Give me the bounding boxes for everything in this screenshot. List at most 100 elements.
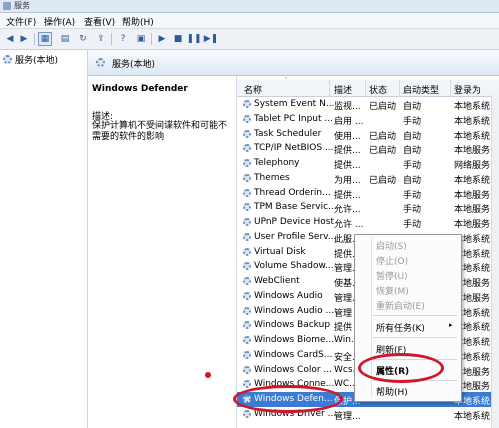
service-name: UPnP Device Host [254, 217, 334, 227]
service-gear-icon [243, 100, 251, 108]
service-gear-icon [243, 395, 251, 403]
service-startup-type: 自动 [403, 131, 422, 142]
service-gear-icon [243, 409, 251, 418]
tree-item-services-local[interactable]: 服务(本地) [3, 53, 58, 66]
console-tree-icon[interactable]: ▦ [38, 32, 52, 46]
service-name: WebClient [254, 276, 300, 286]
console-tree: 服务(本地) [0, 50, 88, 428]
service-description: 允许 ... [334, 220, 364, 230]
service-name: Themes [254, 172, 290, 183]
service-row[interactable]: Telephony 提供... 手动 网络服务 [237, 156, 499, 171]
properties-icon[interactable]: ▣ [134, 32, 148, 46]
service-logon-as: 本地服务 [454, 190, 491, 201]
column-status[interactable]: 状态 [369, 83, 387, 96]
service-title: Windows Defender [92, 84, 188, 94]
service-name: Windows Audio [254, 290, 323, 301]
service-name: Windows Defen... [254, 394, 333, 404]
restart-icon[interactable]: ▶❚ [204, 32, 218, 46]
window-title: 服务 [14, 1, 30, 10]
service-gear-icon [243, 173, 251, 182]
service-status: 已启动 [369, 131, 397, 142]
toolbar-divider [111, 33, 112, 45]
vertical-scrollbar[interactable] [491, 95, 499, 428]
help-icon[interactable]: ? [116, 32, 130, 46]
service-name: Windows Conne... [254, 379, 335, 390]
service-name: TPM Base Servic... [254, 202, 337, 213]
menu-view[interactable]: 查看(V) [84, 15, 115, 28]
tree-item-label: 服务(本地) [15, 56, 59, 66]
service-row[interactable]: Task Scheduler 使用... 已启动 自动 本地系统 [237, 127, 499, 142]
service-logon-as: 网络服务 [454, 161, 491, 171]
back-icon[interactable]: ◀ [3, 32, 17, 46]
service-row[interactable]: TCP/IP NetBIOS ... 提供... 已启动 自动 本地服务 [237, 141, 499, 156]
service-startup-type: 手动 [403, 220, 422, 230]
menu-item-start[interactable]: 启动(S) [376, 239, 407, 252]
service-row[interactable]: Thread Orderin... 提供... 手动 本地服务 [237, 186, 499, 201]
toolbar-divider [151, 33, 152, 45]
service-name: Virtual Disk [254, 246, 306, 257]
service-startup-type: 手动 [403, 205, 422, 216]
list-icon[interactable]: ▤ [58, 32, 72, 46]
service-name: System Event N... [254, 99, 335, 109]
service-description: 提供... [334, 161, 361, 171]
stop-icon[interactable]: ■ [171, 32, 185, 46]
service-logon-as: 本地系统 [454, 411, 491, 422]
service-startup-type: 手动 [403, 190, 422, 201]
menu-file[interactable]: 文件(F) [6, 15, 36, 28]
service-gear-icon [243, 306, 251, 315]
service-gear-icon [243, 188, 251, 197]
column-name[interactable]: 名称 [244, 83, 262, 96]
services-header: 服务(本地) [88, 50, 499, 76]
service-startup-type: 自动 [403, 175, 422, 186]
menu-action[interactable]: 操作(A) [44, 15, 75, 28]
column-logon-as[interactable]: 登录为 [454, 83, 481, 96]
service-gear-icon [243, 144, 251, 153]
service-gear-icon [243, 232, 251, 241]
service-gear-icon [243, 247, 251, 256]
description-text: 保护计算机不受间谍软件和可能不需要的软件的影响 [92, 121, 228, 142]
service-name: Windows Audio ... [254, 305, 335, 316]
service-logon-as: 本地系统 [454, 131, 491, 142]
play-icon[interactable]: ▶ [155, 32, 169, 46]
service-name: Windows Color ... [254, 364, 332, 375]
service-description: 启用 ... [334, 116, 364, 127]
menu-item-restart[interactable]: 重新启动(E) [376, 299, 425, 312]
service-gear-icon [243, 336, 251, 344]
pause-icon[interactable]: ❚❚ [186, 32, 201, 46]
menu-item-all-tasks[interactable]: 所有任务(K) [376, 321, 425, 334]
service-row[interactable]: System Event N... 监视... 已启动 自动 本地系统 [237, 97, 499, 112]
column-description[interactable]: 描述 [334, 83, 352, 96]
service-name: Windows CardS... [254, 349, 333, 360]
service-gear-icon [243, 365, 251, 374]
forward-icon[interactable]: ▶ [17, 32, 31, 46]
service-row[interactable]: TPM Base Servic... 允许... 手动 本地服务 [237, 200, 499, 215]
menu-item-help[interactable]: 帮助(H) [376, 385, 408, 398]
service-row[interactable]: Tablet PC Input ... 启用 ... 手动 本地系统 [237, 112, 499, 127]
service-gear-icon [243, 321, 251, 330]
service-name: Thread Orderin... [254, 187, 331, 198]
menu-item-resume[interactable]: 恢复(M) [376, 284, 409, 297]
service-name: Tablet PC Input ... [254, 113, 333, 124]
refresh-icon[interactable]: ↻ [76, 32, 90, 46]
service-logon-as: 本地服务 [454, 205, 491, 216]
menu-item-refresh[interactable]: 刷新(F) [376, 343, 406, 356]
service-description: 为用... [334, 175, 361, 186]
menu-item-properties[interactable]: 属性(R) [376, 364, 409, 377]
menu-help[interactable]: 帮助(H) [122, 15, 154, 28]
service-status: 已启动 [369, 175, 397, 186]
service-name: Task Scheduler [254, 128, 322, 139]
menu-item-stop[interactable]: 停止(O) [376, 254, 408, 267]
column-startup-type[interactable]: 启动类型 [403, 83, 439, 96]
service-status: 已启动 [369, 102, 397, 112]
menu-item-pause[interactable]: 暂停(U) [376, 269, 408, 282]
description-pane: Windows Defender 描述: 保护计算机不受间谍软件和可能不需要的软… [88, 76, 234, 428]
service-row[interactable]: Windows Driver ... 管理... 本地系统 [237, 407, 499, 422]
service-description: 提供... [334, 146, 361, 157]
service-name: Windows Driver ... [254, 408, 337, 419]
sort-arrow-icon: ˄ [284, 77, 288, 85]
service-row[interactable]: Themes 为用... 已启动 自动 本地系统 [237, 171, 499, 186]
export-icon[interactable]: ⇪ [94, 32, 108, 46]
list-header: 名称 ˄ 描述 状态 启动类型 登录为 [237, 77, 499, 97]
service-row[interactable]: UPnP Device Host 允许 ... 手动 本地服务 [237, 215, 499, 230]
service-description: 使用... [334, 131, 361, 142]
